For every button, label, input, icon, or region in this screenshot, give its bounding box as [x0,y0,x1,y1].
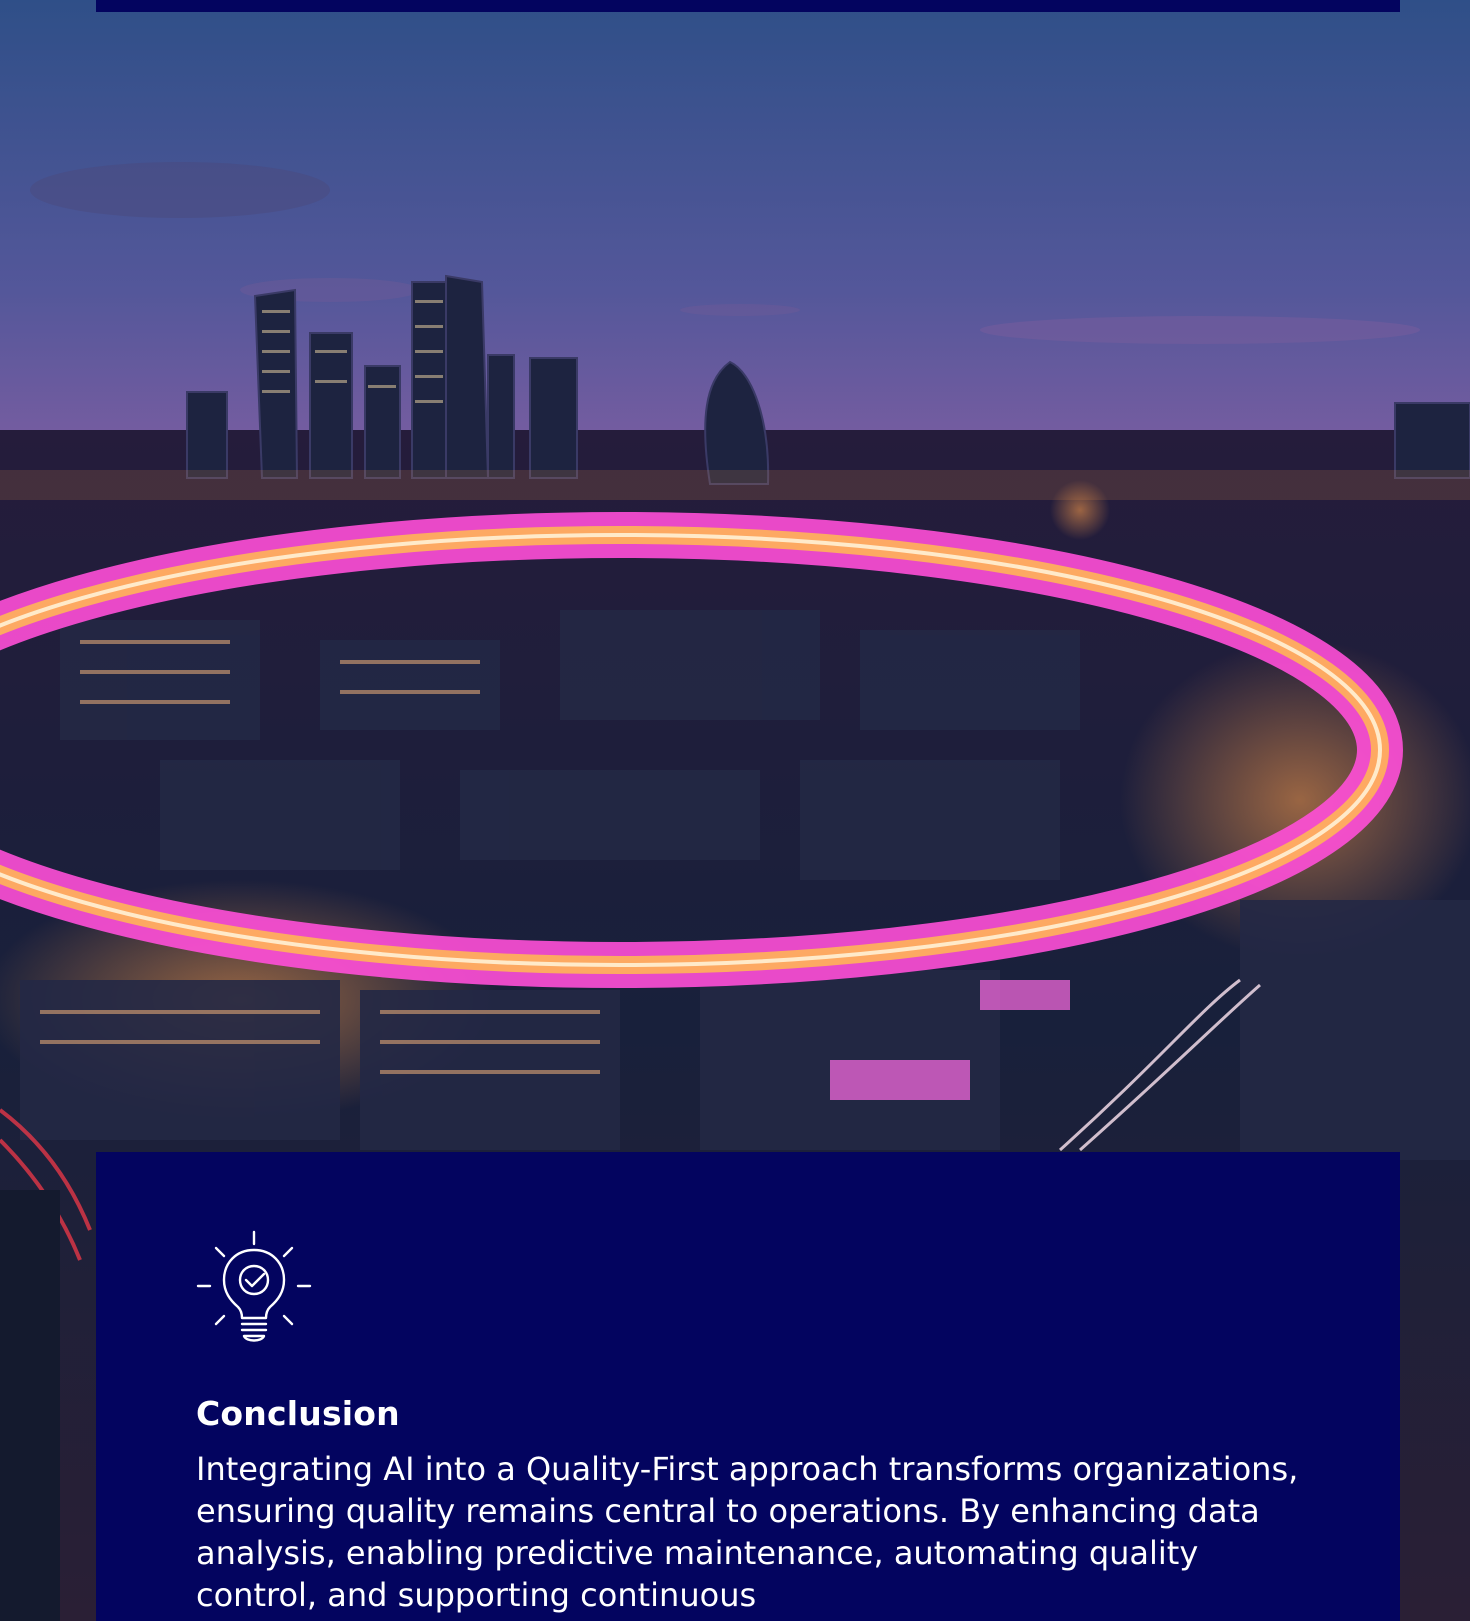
section-title: Conclusion [196,1394,400,1433]
lightbulb-check-icon [196,1230,312,1346]
conclusion-card: Conclusion Integrating AI into a Quality… [96,1152,1400,1621]
section-body-text: Integrating AI into a Quality-First appr… [196,1450,1299,1614]
top-accent-bar [96,0,1400,12]
